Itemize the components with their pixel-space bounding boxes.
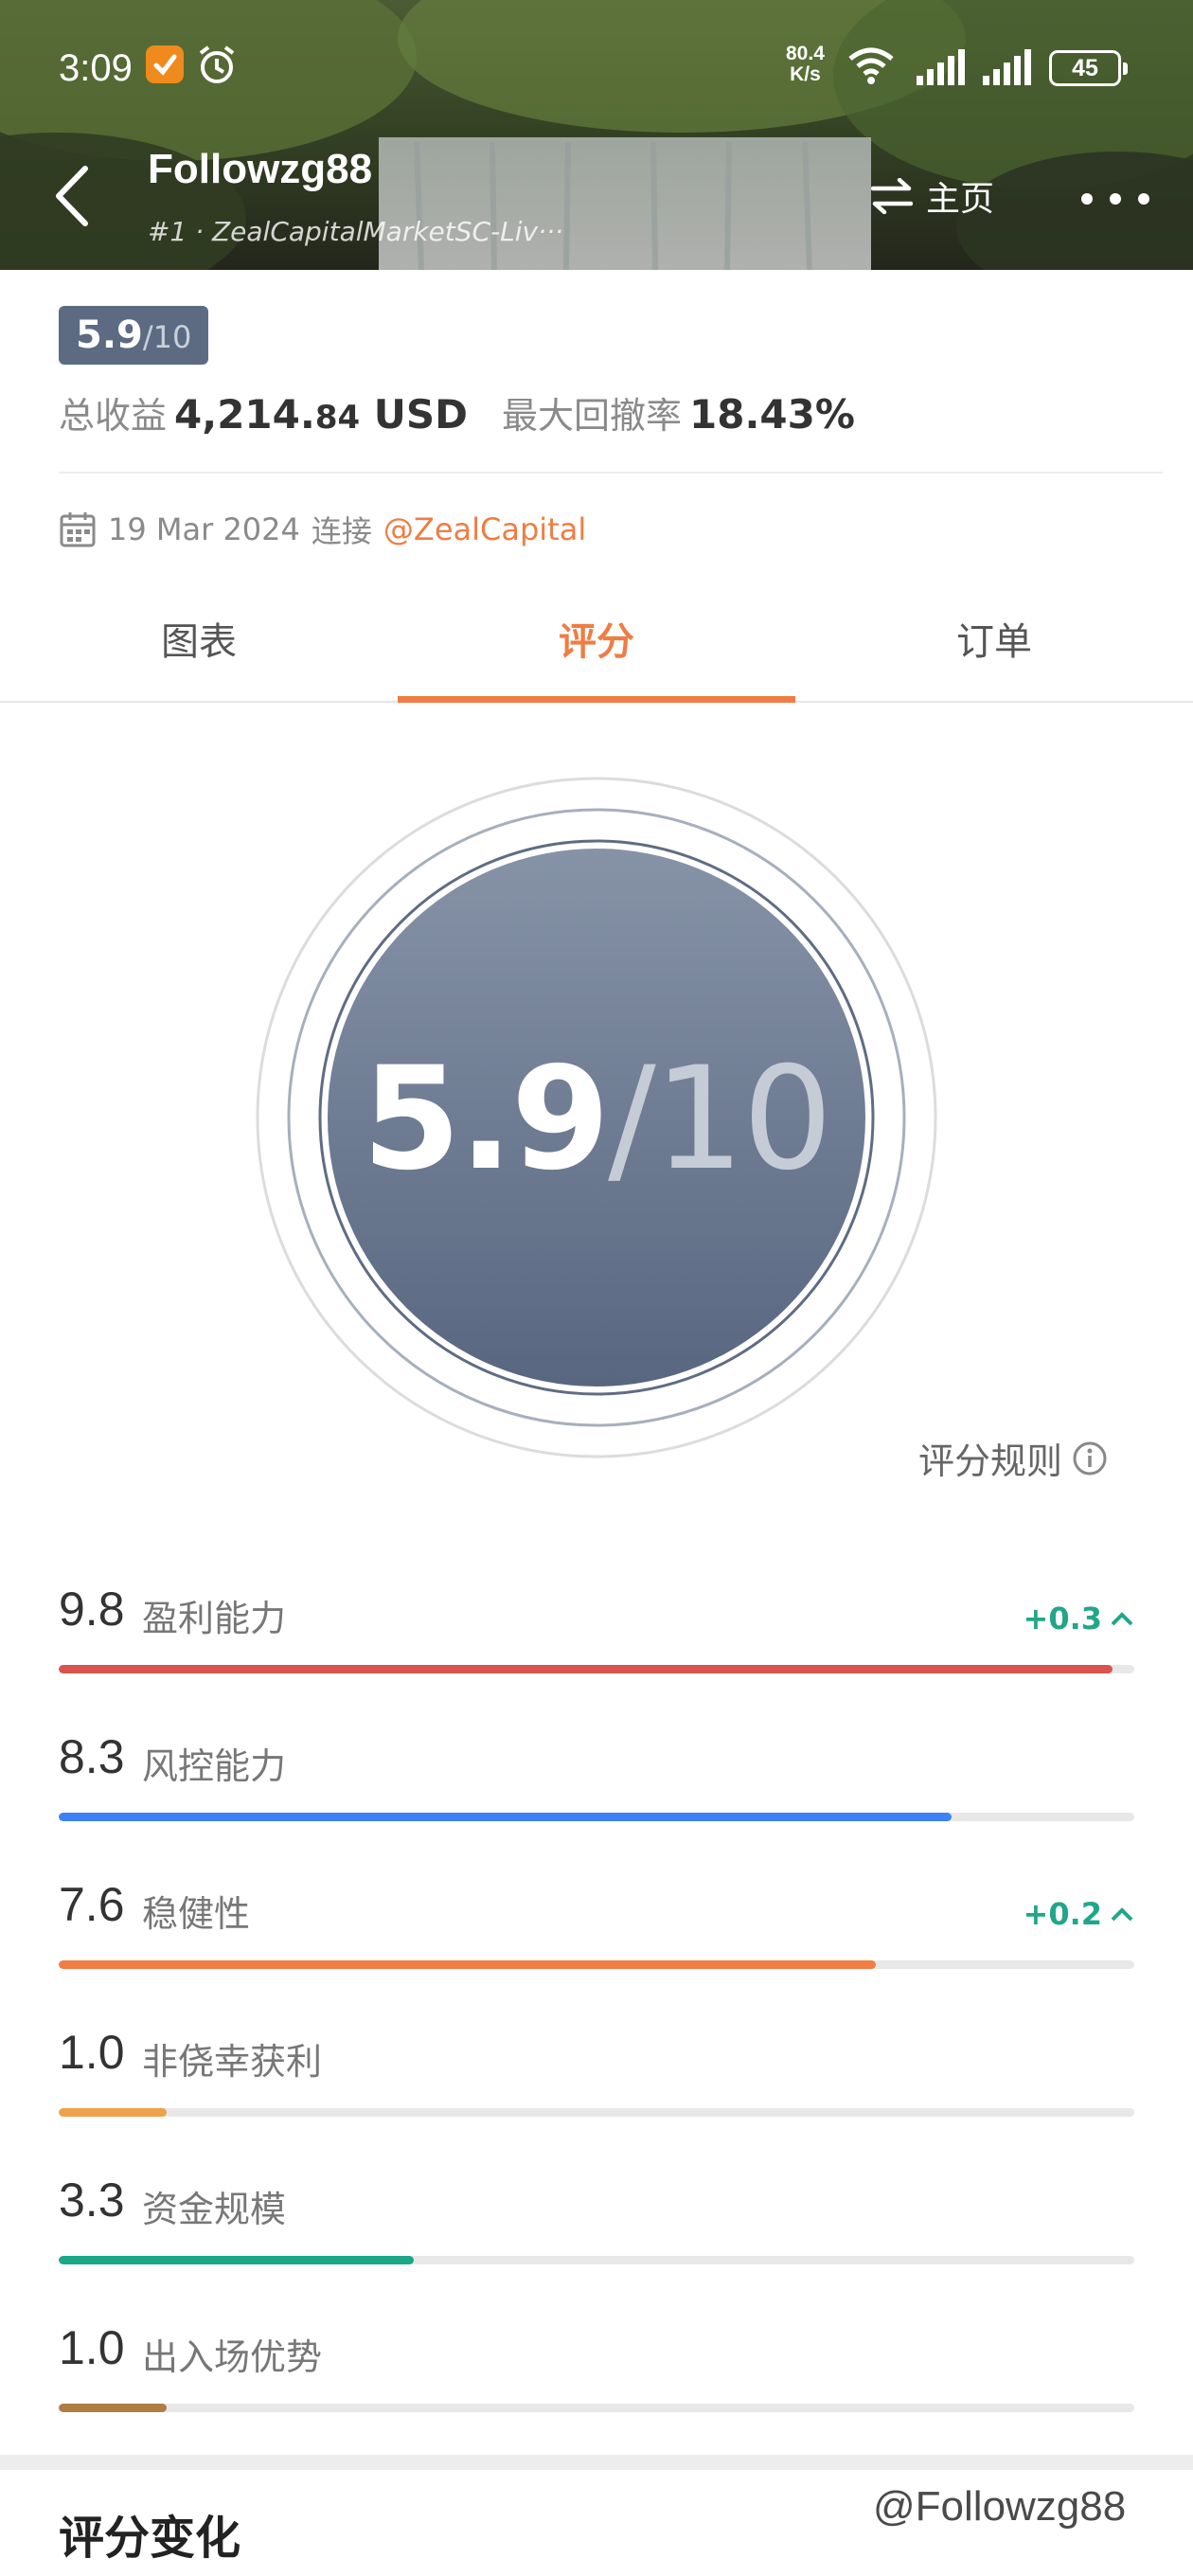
metric-label: 非侥幸获利	[142, 2041, 323, 2083]
metric-bar-fill	[59, 1813, 952, 1821]
wifi-icon	[848, 47, 894, 84]
info-icon	[1073, 1441, 1107, 1475]
metric-label: 风控能力	[142, 1745, 287, 1787]
score-badge: 5.9 /10	[59, 306, 209, 365]
metric-score: 3.3	[59, 2174, 125, 2227]
total-profit-label: 总收益	[59, 395, 168, 437]
metric-bar	[59, 1813, 1134, 1821]
more-options-icon[interactable]	[1077, 180, 1153, 218]
max-drawdown-label: 最大回撤率	[502, 395, 683, 437]
metric-non-luck-profit: 1.0 非侥幸获利	[59, 2025, 1134, 2129]
metric-score: 1.0	[59, 2026, 125, 2079]
metric-label: 资金规模	[142, 2189, 287, 2230]
metric-bar	[59, 2108, 1134, 2117]
connect-date: 19 Mar 2024	[108, 511, 300, 547]
tab-chart[interactable]: 图表	[0, 595, 398, 701]
tab-orders[interactable]: 订单	[795, 595, 1193, 701]
calendar-icon	[60, 512, 96, 547]
metric-bar-fill	[59, 1960, 877, 1969]
status-bar: 3:09 80.4 K/s 45	[0, 0, 1193, 133]
metric-score: 1.0	[59, 2321, 125, 2374]
metric-bar	[59, 2404, 1134, 2412]
scoring-rules-label: 评分规则	[918, 1440, 1063, 1482]
section-separator	[0, 2455, 1193, 2470]
performance-summary: 总收益 4,214.84 USD 最大回撤率 18.43%	[59, 386, 855, 438]
trader-name: Followzg88	[148, 146, 373, 192]
metric-risk-control: 8.3 风控能力	[59, 1729, 1134, 1834]
max-drawdown-value: 18.43%	[689, 391, 855, 438]
score-badge-denominator: /10	[142, 319, 192, 355]
metric-stability: 7.6 稳健性 +0.2	[59, 1877, 1134, 1981]
trader-rank-account: #1 · ZealCapitalMarketSC-Liv···	[148, 216, 563, 247]
score-history-title: 评分变化	[59, 2512, 241, 2565]
overall-score-denominator: /10	[608, 1037, 832, 1202]
status-time: 3:09	[59, 47, 133, 89]
overall-score-value: 5.9	[362, 1037, 610, 1202]
connection-info: 19 Mar 2024 连接 @ZealCapital	[59, 508, 586, 551]
back-arrow-icon[interactable]	[49, 163, 97, 229]
signal-strength-icon	[917, 49, 965, 85]
metric-entry-exit-advantage: 1.0 出入场优势	[59, 2320, 1134, 2424]
metric-score: 9.8	[59, 1583, 125, 1636]
metric-score: 8.3	[59, 1730, 125, 1783]
metric-bar	[59, 1960, 1134, 1969]
home-button-label: 主页	[926, 180, 995, 219]
divider	[59, 472, 1163, 474]
total-profit-value: 4,214.84 USD	[174, 391, 468, 438]
chevron-up-icon	[1111, 1612, 1133, 1626]
metric-bar	[59, 1665, 1134, 1673]
metric-delta: +0.2	[1024, 1896, 1135, 1932]
metric-delta: +0.3	[1024, 1601, 1135, 1637]
metric-bar-fill	[59, 1665, 1113, 1673]
metric-bar-fill	[59, 2108, 167, 2117]
metric-label: 稳健性	[142, 1893, 251, 1935]
alarm-clock-icon	[199, 45, 235, 83]
home-button[interactable]: 主页	[871, 172, 994, 220]
metric-profitability: 9.8 盈利能力 +0.3	[59, 1582, 1134, 1686]
app-notification-icon	[146, 45, 184, 83]
tab-bar: 图表 评分 订单	[0, 595, 1193, 703]
broker-handle-link[interactable]: @ZealCapital	[383, 511, 586, 547]
metric-label: 盈利能力	[142, 1598, 287, 1639]
header-banner: 3:09 80.4 K/s 45 Followzg88 #1 · ZealCap…	[0, 0, 1193, 270]
battery-indicator: 45	[1049, 50, 1128, 86]
signal-strength-2-icon	[983, 49, 1031, 85]
watermark: @Followzg88	[873, 2483, 1127, 2530]
metric-bar-fill	[59, 2256, 414, 2264]
switch-arrows-icon	[871, 178, 913, 214]
network-speed: 80.4 K/s	[786, 43, 825, 85]
metric-bar-fill	[59, 2404, 167, 2412]
metric-bar	[59, 2256, 1134, 2264]
scoring-rules-link[interactable]: 评分规则	[918, 1432, 1108, 1484]
chevron-up-icon	[1111, 1907, 1133, 1922]
score-badge-value: 5.9	[76, 313, 143, 357]
connect-label: 连接	[311, 513, 372, 549]
overall-score: 5.9/10	[256, 1037, 937, 1202]
metric-capital-scale: 3.3 资金规模	[59, 2173, 1134, 2277]
metric-label: 出入场优势	[142, 2336, 323, 2378]
tab-score[interactable]: 评分	[398, 595, 795, 703]
metric-score: 7.6	[59, 1878, 125, 1931]
